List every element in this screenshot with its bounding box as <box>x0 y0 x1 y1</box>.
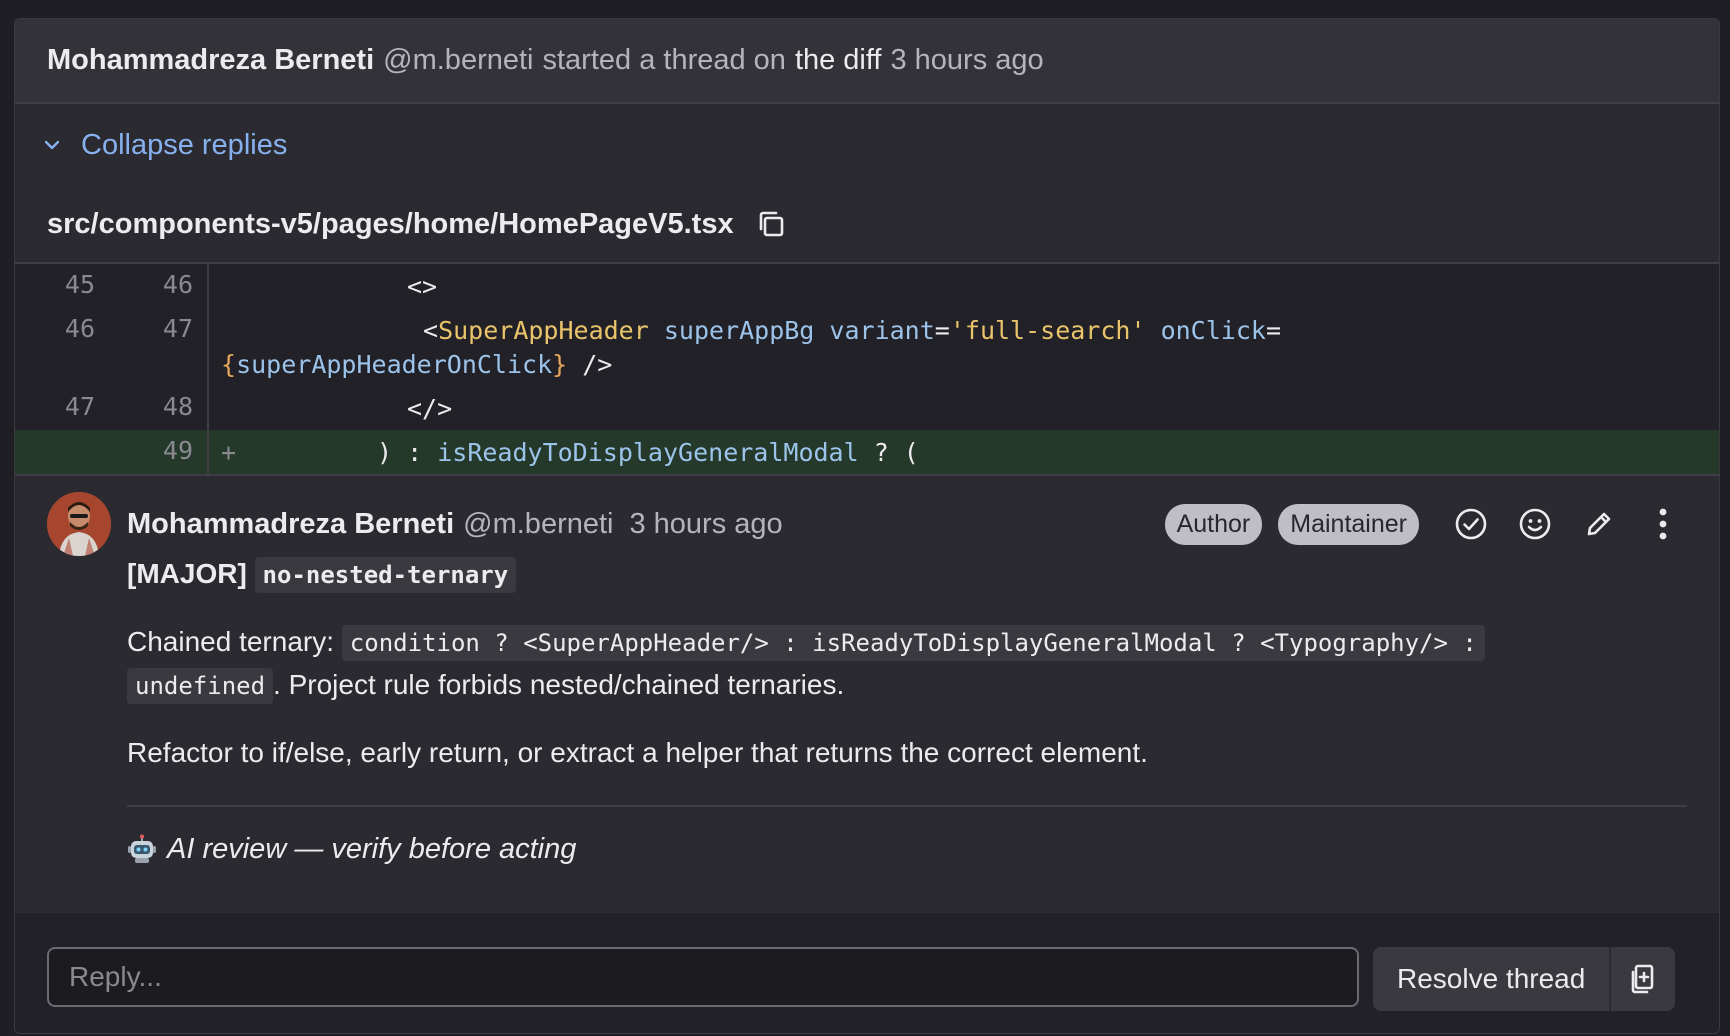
code-punct: < <box>423 316 439 345</box>
ai-review-notice: AI review — verify before acting <box>127 807 1687 891</box>
thread-author-handle: @m.berneti <box>383 44 534 76</box>
note: Mohammadreza Berneti @m.berneti 3 hours … <box>15 476 1719 891</box>
code-identifier: isReadyToDisplayGeneralModal <box>437 438 859 467</box>
thread-target-link[interactable]: the diff <box>795 44 882 77</box>
paragraph-text: Chained ternary: <box>127 626 335 657</box>
avatar[interactable] <box>47 492 111 556</box>
emoji-reaction-icon[interactable] <box>1511 500 1559 548</box>
code-text: <> <box>407 272 438 301</box>
thread-header: Mohammadreza Berneti @m.berneti started … <box>15 19 1719 104</box>
thread-time[interactable]: 3 hours ago <box>890 44 1043 77</box>
code-attr: onClick <box>1160 316 1266 345</box>
collapse-replies-button[interactable]: Collapse replies <box>15 104 1719 186</box>
old-line-number: 47 <box>64 392 95 421</box>
file-path[interactable]: src/components-v5/pages/home/HomePageV5.… <box>47 208 734 241</box>
old-line-number: 46 <box>64 314 95 343</box>
code-text: ) : <box>377 438 438 467</box>
old-line-number <box>15 430 95 436</box>
diff-line: 45 46 <> <box>15 264 1719 308</box>
added-marker: + <box>221 438 237 467</box>
note-paragraph: Chained ternary: condition ? <SuperAppHe… <box>127 621 1687 707</box>
code-line: <SuperAppHeader superAppBg variant='full… <box>209 308 1719 386</box>
note-author-name[interactable]: Mohammadreza Berneti <box>127 508 454 541</box>
code-brace: { <box>221 350 237 379</box>
ai-review-text: AI review — verify before acting <box>167 832 577 865</box>
new-line-number: 47 <box>162 314 193 343</box>
new-line-number: 49 <box>162 436 193 465</box>
code-line: + ) : isReadyToDisplayGeneralModal ? ( <box>209 430 1719 474</box>
code-text: </> <box>407 394 453 423</box>
code-line: </> <box>209 386 1719 430</box>
collapse-replies-label: Collapse replies <box>81 128 288 161</box>
code-attr: superAppBg <box>663 316 815 345</box>
note-actions: Author Maintainer <box>1164 500 1687 548</box>
robot-icon <box>127 834 157 864</box>
diff-snippet: 45 46 <> 46 47 <SuperAppHeader superAppB… <box>15 262 1719 476</box>
inline-code: condition ? <SuperAppHeader/> : isReadyT… <box>341 625 1485 661</box>
author-badge: Author <box>1164 503 1263 545</box>
diff-line-added: 49 + ) : isReadyToDisplayGeneralModal ? ( <box>15 430 1719 474</box>
diff-line: 46 47 <SuperAppHeader superAppBg variant… <box>15 308 1719 386</box>
note-body: [MAJOR] no-nested-ternary Chained ternar… <box>127 554 1687 773</box>
note-author-block: Mohammadreza Berneti @m.berneti 3 hours … <box>127 508 783 541</box>
note-author-handle: @m.berneti <box>463 507 614 540</box>
code-punct: = <box>934 316 950 345</box>
note-paragraph: Refactor to if/else, early return, or ex… <box>127 737 1148 768</box>
resolve-thread-group: Resolve thread <box>1373 947 1676 1011</box>
code-line: <> <box>209 264 1719 308</box>
diff-line: 47 48 </> <box>15 386 1719 430</box>
rule-code: no-nested-ternary <box>254 557 517 593</box>
new-line-number: 48 <box>162 392 193 421</box>
maintainer-badge: Maintainer <box>1278 503 1419 545</box>
note-severity-line: [MAJOR] no-nested-ternary <box>127 554 1687 595</box>
old-line-number: 45 <box>64 270 95 299</box>
inline-code: undefined <box>127 668 274 704</box>
paragraph-text: . Project rule forbids nested/chained te… <box>273 669 845 700</box>
copy-icon[interactable] <box>756 209 786 239</box>
resolve-thread-button[interactable]: Resolve thread <box>1373 947 1610 1011</box>
code-tag: SuperAppHeader <box>438 316 649 345</box>
code-identifier: superAppHeaderOnClick <box>236 350 553 379</box>
code-text: ? ( <box>858 438 919 467</box>
code-string: 'full-search' <box>949 316 1146 345</box>
severity-label: [MAJOR] <box>127 558 247 589</box>
code-punct: = <box>1265 316 1281 345</box>
reply-bar: Resolve thread <box>15 912 1719 1033</box>
thread-action: started a thread on <box>542 44 786 76</box>
note-time[interactable]: 3 hours ago <box>629 508 782 541</box>
code-punct: /> <box>567 350 613 379</box>
thread-author-name[interactable]: Mohammadreza Berneti <box>47 44 374 77</box>
chevron-down-icon <box>45 140 59 150</box>
reply-input[interactable] <box>47 947 1359 1007</box>
discussion-thread: Mohammadreza Berneti @m.berneti started … <box>14 18 1720 1034</box>
code-attr: variant <box>829 316 935 345</box>
code-brace: } <box>552 350 568 379</box>
edit-pencil-icon[interactable] <box>1575 500 1623 548</box>
more-actions-icon[interactable] <box>1639 500 1687 548</box>
resolve-check-icon[interactable] <box>1447 500 1495 548</box>
new-line-number: 46 <box>162 270 193 299</box>
file-header: src/components-v5/pages/home/HomePageV5.… <box>15 186 1719 262</box>
resolve-to-issue-icon[interactable] <box>1609 947 1676 1011</box>
